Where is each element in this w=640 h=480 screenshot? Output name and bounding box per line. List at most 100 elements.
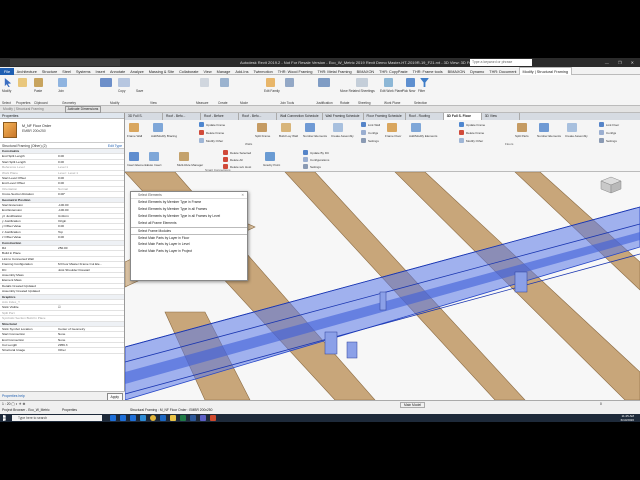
delete-frame2-label[interactable]: Delete Frame	[466, 131, 484, 135]
delete-sel-icon[interactable]	[223, 150, 228, 155]
num-elements-label[interactable]: Number Elements	[303, 134, 327, 138]
join-tools-icon[interactable]	[285, 78, 294, 87]
settings-icon[interactable]	[361, 138, 366, 143]
paste-icon[interactable]	[34, 78, 43, 87]
split-parts-label[interactable]: Split Parts	[515, 134, 529, 138]
add-modify-icon[interactable]	[153, 123, 163, 132]
number-el-label[interactable]: Number Elements	[537, 134, 561, 138]
type-selector[interactable]: M_NF Floor Order EMBR 200x250	[0, 119, 124, 143]
modify-other2-icon[interactable]	[459, 138, 464, 143]
frame-floor-label[interactable]: Frame Floor	[385, 134, 401, 138]
view-tab[interactable]: Wall Framing Schedule	[323, 113, 364, 120]
gravity-label[interactable]: Gravity Point	[263, 163, 280, 167]
window-controls[interactable]: — ❐ ✕	[605, 58, 638, 67]
settings3-icon[interactable]	[303, 164, 308, 169]
build-lay-label[interactable]: Build Lay Wall	[279, 134, 298, 138]
build-lay-icon[interactable]	[281, 123, 291, 132]
edit-family-icon[interactable]	[266, 78, 275, 87]
properties-icon[interactable]	[18, 78, 27, 87]
frame-wall-icon[interactable]	[129, 123, 139, 132]
delete-frame2-icon[interactable]	[459, 130, 464, 135]
pick-new-icon[interactable]	[406, 78, 415, 87]
revit-app-icon-2[interactable]	[120, 415, 126, 421]
edge-icon[interactable]	[140, 415, 146, 421]
number-el-icon[interactable]	[539, 123, 549, 132]
ribbon-button-label[interactable]: Filter	[418, 89, 425, 93]
configs2-label[interactable]: Configs	[606, 131, 616, 135]
ribbon-button-label[interactable]: Edit Work Plane	[380, 89, 403, 93]
dynamo-icon[interactable]	[210, 415, 216, 421]
create-asm2-label[interactable]: Create Assembly	[565, 134, 588, 138]
properties-help-link[interactable]: Properties help	[2, 394, 25, 398]
view-icon[interactable]	[200, 78, 209, 87]
ribbon-button-label[interactable]: Save	[136, 89, 143, 93]
create-asm2-icon[interactable]	[567, 123, 577, 132]
insert-el-icon[interactable]	[129, 152, 139, 161]
close-icon[interactable]: ✕	[241, 192, 244, 199]
revit-app-icon-3[interactable]	[130, 415, 136, 421]
view-tab[interactable]: Wall Connection Schedule	[277, 113, 323, 120]
num-elements-icon[interactable]	[305, 123, 315, 132]
search-input[interactable]: Type a keyword or phrase	[470, 59, 532, 66]
link-wall-icon[interactable]	[361, 122, 366, 127]
justification-icon[interactable]	[318, 78, 330, 87]
ribbon-button-label[interactable]: Pick New	[402, 89, 415, 93]
move-icon[interactable]	[100, 78, 112, 87]
ribbon-button-label[interactable]: Move Related Sheetings	[340, 89, 375, 93]
split-parts-icon[interactable]	[517, 123, 527, 132]
configs3-label[interactable]: Configurations	[310, 158, 329, 162]
excel-icon[interactable]	[180, 415, 186, 421]
ribbon-button-label[interactable]: Edit Family	[264, 89, 280, 93]
add-modify-label[interactable]: Add/Modify Bracing	[151, 134, 177, 138]
select-menu-item[interactable]: Select Elements by Member Type in Frame	[131, 199, 247, 206]
view-tab[interactable]: Roof - Befo...	[163, 113, 201, 120]
ribbon-button-label[interactable]: Modify	[2, 89, 11, 93]
delete-frame-icon[interactable]	[199, 130, 204, 135]
update-frame2-icon[interactable]	[459, 122, 464, 127]
select-menu-item[interactable]: Select all Frame Elements	[131, 220, 247, 227]
create-asm-icon[interactable]	[333, 123, 343, 132]
delete-all-icon[interactable]	[223, 157, 228, 162]
frame-floor-icon[interactable]	[387, 123, 397, 132]
taskbar-search[interactable]: Type here to search	[12, 415, 102, 421]
sheeting-icon[interactable]	[356, 78, 368, 87]
create-asm-label[interactable]: Create Assembly	[331, 134, 354, 138]
settings-label[interactable]: Settings	[368, 139, 379, 143]
delete-all-label[interactable]: Delete All	[230, 158, 243, 162]
system-clock[interactable]: 11:25 AM 6/10/2020	[621, 414, 634, 422]
configs3-icon[interactable]	[303, 157, 308, 162]
view-tab[interactable]: 3D View	[482, 113, 520, 120]
teams-icon[interactable]	[200, 415, 206, 421]
update-by-label[interactable]: Update By DC	[310, 151, 329, 155]
delete-sel-label[interactable]: Delete Selected	[230, 151, 251, 155]
word-icon[interactable]	[190, 415, 196, 421]
ribbon-button-label[interactable]: Paste	[34, 89, 42, 93]
explorer-icon[interactable]	[170, 415, 176, 421]
frame-wall-label[interactable]: Frame Wall	[127, 134, 142, 138]
configs-icon[interactable]	[361, 130, 366, 135]
settings3-label[interactable]: Settings	[310, 165, 321, 169]
view-tab[interactable]: Roof - Roofing	[406, 113, 444, 120]
configs-label[interactable]: Configs	[368, 131, 378, 135]
select-menu-item[interactable]: Select Main Parts by Layer in Floor	[131, 234, 247, 241]
select-menu-item[interactable]: Select Main Parts by Layer in Project	[131, 248, 247, 255]
link-floor-label[interactable]: Link Floor	[606, 123, 619, 127]
copy-icon[interactable]	[118, 78, 130, 87]
ribbon-button-label[interactable]: Copy	[118, 89, 125, 93]
filter-icon[interactable]	[420, 78, 429, 87]
multi-rule-label[interactable]: Multi-Rule Manager	[177, 163, 203, 167]
view-tab[interactable]: Floor Framing Schedule	[364, 113, 406, 120]
select-menu-item[interactable]: Select Main Parts by Layer in Level	[131, 241, 247, 248]
delete-host-label[interactable]: Delete w/o Host	[230, 165, 251, 169]
properties-tab[interactable]: Properties	[62, 408, 77, 412]
ribbon-button-label[interactable]: Join	[58, 89, 64, 93]
view-scale[interactable]: 1 : 20	[2, 402, 10, 406]
activate-dimensions-button[interactable]: Activate Dimensions	[64, 106, 102, 113]
modify-other-icon[interactable]	[199, 138, 204, 143]
work-plane-icon[interactable]	[384, 78, 393, 87]
select-menu-item[interactable]: Select Elements by Member Type in all Fr…	[131, 213, 247, 220]
select-menu-item[interactable]: Select Elements by Member Type in all Fr…	[131, 206, 247, 213]
select-menu-item[interactable]: Select Frame Modules	[131, 227, 247, 234]
multi-rule-icon[interactable]	[179, 152, 189, 161]
auto-insert-label[interactable]: Auto Insert	[147, 163, 162, 167]
